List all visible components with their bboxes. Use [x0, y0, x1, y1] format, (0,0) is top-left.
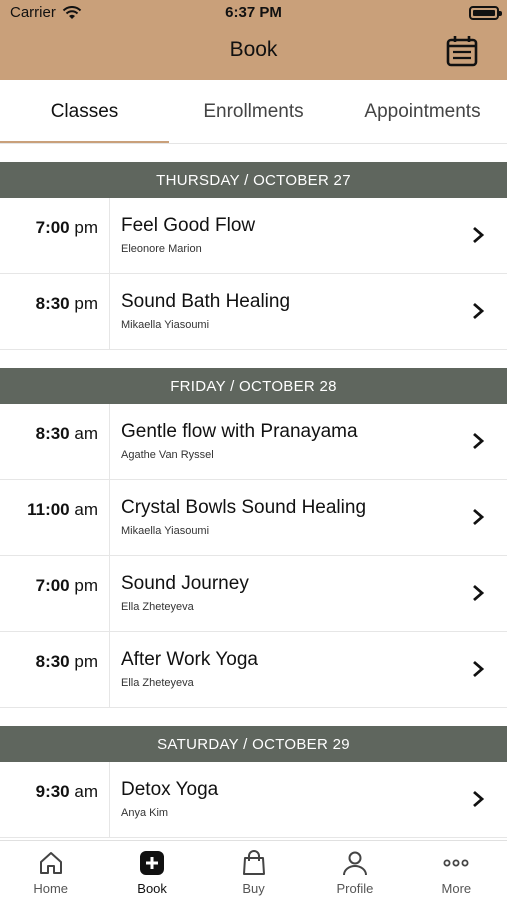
class-row[interactable]: 8:30 am Gentle flow with Pranayama Agathe…: [0, 404, 507, 480]
nav-buy-label: Buy: [242, 881, 265, 896]
class-name: Sound Journey: [121, 573, 249, 594]
bottom-nav: Home Book Buy Profile More: [0, 840, 507, 900]
status-bar: Carrier 6:37 PM: [0, 0, 507, 24]
class-row[interactable]: 11:00 am Crystal Bowls Sound Healing Mika…: [0, 480, 507, 556]
class-time: 7:00 pm: [0, 556, 110, 631]
class-name: Sound Bath Healing: [121, 291, 291, 312]
day-header: FRIDAY / OCTOBER 28: [0, 368, 507, 404]
class-time: 9:30 am: [0, 762, 110, 837]
day-header: THURSDAY / OCTOBER 27: [0, 162, 507, 198]
top-header: Carrier 6:37 PM Book: [0, 0, 507, 80]
nav-profile-label: Profile: [336, 881, 374, 896]
plus-square-icon: [140, 851, 165, 875]
class-time: 7:00 pm: [0, 198, 110, 273]
class-time: 8:30 pm: [0, 274, 110, 349]
teacher-name: Eleonore Marion: [121, 243, 202, 255]
chevron-right-icon: [473, 584, 485, 602]
person-icon: [342, 851, 367, 876]
class-name: Detox Yoga: [121, 779, 219, 800]
tab-classes[interactable]: Classes: [0, 80, 169, 144]
day-header: SATURDAY / OCTOBER 29: [0, 726, 507, 762]
teacher-name: Ella Zheteyeva: [121, 677, 194, 689]
nav-book-label: Book: [137, 881, 167, 896]
class-row[interactable]: 8:30 pm After Work Yoga Ella Zheteyeva: [0, 632, 507, 708]
teacher-name: Anya Kim: [121, 807, 169, 819]
teacher-name: Ella Zheteyeva: [121, 601, 194, 613]
class-name: Crystal Bowls Sound Healing: [121, 497, 367, 518]
chevron-right-icon: [473, 790, 485, 808]
home-icon: [39, 852, 62, 874]
shopping-bag-icon: [242, 850, 265, 875]
tab-bar: Classes Enrollments Appointments: [0, 80, 507, 144]
more-icon: [443, 859, 469, 867]
class-row[interactable]: 7:00 pm Feel Good Flow Eleonore Marion: [0, 198, 507, 274]
nav-book[interactable]: Book: [101, 841, 202, 900]
chevron-right-icon: [473, 226, 485, 244]
class-row[interactable]: 8:30 pm Sound Bath Healing Mikaella Yiaso…: [0, 274, 507, 350]
battery-icon: [469, 6, 502, 20]
tab-appointments[interactable]: Appointments: [338, 80, 507, 144]
class-time: 11:00 am: [0, 480, 110, 555]
nav-more-label: More: [441, 881, 472, 896]
chevron-right-icon: [473, 302, 485, 320]
class-time: 8:30 am: [0, 404, 110, 479]
page-title: Book: [229, 38, 278, 61]
class-row[interactable]: 7:00 pm Sound Journey Ella Zheteyeva: [0, 556, 507, 632]
teacher-name: Agathe Van Ryssel: [121, 449, 214, 461]
nav-home-label: Home: [33, 881, 69, 896]
class-row[interactable]: 9:30 am Detox Yoga Anya Kim: [0, 762, 507, 838]
nav-more[interactable]: More: [406, 841, 507, 900]
teacher-name: Mikaella Yiasoumi: [121, 525, 210, 537]
nav-profile[interactable]: Profile: [304, 841, 405, 900]
class-list: THURSDAY / OCTOBER 27 7:00 pm Feel Good …: [0, 162, 507, 838]
class-name: Feel Good Flow: [121, 215, 256, 236]
status-time: 6:37 PM: [225, 4, 282, 21]
tab-divider: [0, 143, 507, 144]
calendar-icon[interactable]: [445, 34, 479, 68]
class-name: After Work Yoga: [121, 649, 258, 670]
tab-enrollments[interactable]: Enrollments: [169, 80, 338, 144]
teacher-name: Mikaella Yiasoumi: [121, 319, 210, 331]
class-name: Gentle flow with Pranayama: [121, 421, 358, 442]
nav-home[interactable]: Home: [0, 841, 101, 900]
class-time: 8:30 pm: [0, 632, 110, 707]
chevron-right-icon: [473, 660, 485, 678]
chevron-right-icon: [473, 508, 485, 526]
chevron-right-icon: [473, 432, 485, 450]
nav-buy[interactable]: Buy: [203, 841, 304, 900]
